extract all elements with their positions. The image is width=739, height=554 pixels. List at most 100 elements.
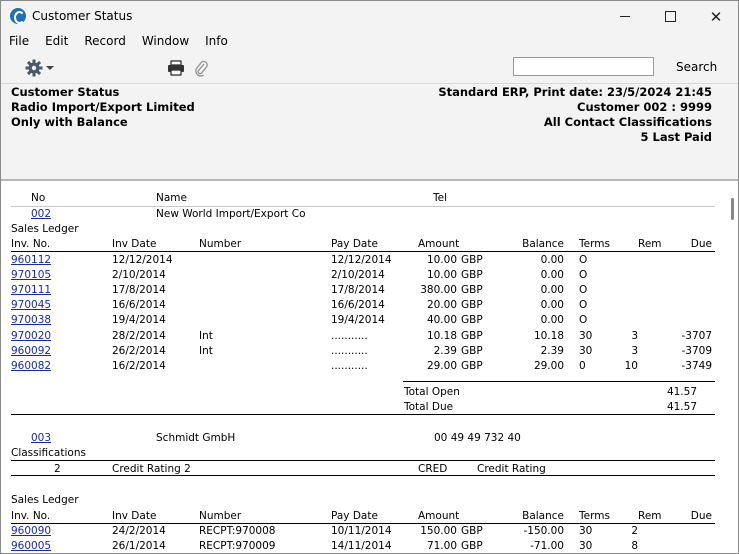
ledger-col-balance: Balance [522, 510, 564, 522]
classification-code: CRED [418, 463, 448, 475]
invoice-link[interactable]: 970105 [11, 269, 51, 281]
divider [11, 475, 715, 476]
ledger-col-rem: Rem [638, 238, 662, 250]
cell-amount: 40.00 [426, 314, 457, 327]
cell-date: 19/4/2014 [112, 314, 166, 327]
cell-amount: 20.00 [426, 299, 457, 312]
divider [11, 460, 715, 461]
search-button[interactable]: Search [676, 60, 717, 74]
report-body: No Name Tel 002 New World Import/Export … [1, 183, 728, 553]
menu-info[interactable]: Info [197, 32, 236, 52]
invoice-link[interactable]: 970045 [11, 299, 51, 311]
paperclip-icon[interactable] [194, 59, 208, 77]
cell-balance: 10.18 [533, 329, 564, 342]
customer-number-link[interactable]: 002 [31, 208, 51, 220]
cell-date: 2/10/2014 [112, 269, 166, 282]
toolbar: Search [1, 52, 738, 84]
divider [11, 206, 715, 207]
invoice-link[interactable]: 960112 [11, 254, 51, 266]
cell-amount: 29.00 [426, 359, 457, 372]
cell-pay: 10/11/2014 [331, 525, 392, 537]
total-due-label: Total Due [404, 401, 454, 413]
cell-date: 24/2/2014 [112, 525, 166, 537]
ledger-col-amount: Amount [418, 510, 460, 522]
invoice-link[interactable]: 960090 [11, 525, 51, 537]
chevron-down-icon[interactable] [46, 66, 54, 70]
scrollbar-thumb[interactable] [731, 198, 734, 220]
cell-pay: ........... [331, 359, 368, 372]
cell-amount: 10.00 [426, 269, 457, 282]
cell-terms: 30 [579, 344, 593, 357]
cell-cur: GBP [461, 540, 483, 553]
customer-number-link[interactable]: 003 [31, 432, 51, 444]
ledger-col-inv-date: Inv Date [112, 510, 157, 522]
cell-balance: 29.00 [533, 359, 564, 372]
cell-cur: GBP [461, 299, 483, 312]
maximize-icon [664, 11, 676, 22]
ledger-col-inv-no: Inv. No. [11, 238, 51, 250]
invoice-link[interactable]: 960092 [11, 345, 51, 357]
ledger-col-due: Due [690, 510, 712, 522]
cell-rem: 3 [631, 344, 638, 357]
ledger-col-rem: Rem [638, 510, 662, 522]
vertical-scrollbar[interactable] [728, 183, 738, 553]
cell-cur: GBP [461, 525, 483, 537]
cell-cur: GBP [461, 344, 483, 357]
cell-pay: 17/8/2014 [331, 284, 385, 297]
invoice-link[interactable]: 970020 [11, 330, 51, 342]
cell-cur: GBP [461, 254, 483, 266]
cell-terms: O [579, 314, 588, 327]
divider [11, 523, 715, 524]
cell-terms: 30 [579, 540, 593, 553]
close-button[interactable]: ✕ [693, 1, 738, 32]
minimize-button[interactable] [602, 1, 648, 32]
gear-icon[interactable] [25, 59, 43, 77]
printer-icon[interactable] [167, 60, 185, 76]
cell-amount: 2.39 [433, 344, 457, 357]
cell-cur: GBP [461, 359, 483, 372]
classification-num: 2 [54, 463, 61, 475]
print-info: Standard ERP, Print date: 23/5/2024 21:4… [438, 85, 712, 99]
total-open-label: Total Open [404, 386, 460, 398]
customer-range: Customer 002 : 9999 [577, 100, 712, 114]
ledger-col-number: Number [199, 238, 242, 250]
cell-amount: 150.00 [420, 525, 457, 537]
cell-date: 26/1/2014 [112, 540, 166, 553]
cell-due: -3709 [681, 344, 712, 357]
cell-date: 12/12/2014 [112, 254, 173, 266]
cell-due: -3707 [681, 329, 712, 342]
search-input[interactable] [513, 57, 654, 76]
cell-balance: 0.00 [540, 269, 564, 282]
minimize-icon [620, 16, 630, 17]
classification-desc: Credit Rating [477, 463, 546, 475]
cell-pay: ........... [331, 344, 368, 357]
menu-record[interactable]: Record [76, 32, 133, 52]
cell-rem: 3 [631, 329, 638, 342]
invoice-link[interactable]: 970038 [11, 314, 51, 326]
menu-edit[interactable]: Edit [37, 32, 76, 52]
divider [403, 381, 715, 382]
maximize-button[interactable] [647, 1, 693, 32]
cell-amount: 380.00 [420, 284, 457, 297]
menu-window[interactable]: Window [134, 32, 197, 52]
invoice-link[interactable]: 960082 [11, 360, 51, 372]
total-open-value: 41.57 [666, 386, 697, 398]
cell-rem: 8 [631, 540, 638, 553]
cell-balance: 0.00 [540, 254, 564, 266]
invoice-link[interactable]: 970111 [11, 284, 51, 296]
cell-date: 17/8/2014 [112, 284, 166, 297]
cell-pay: 12/12/2014 [331, 254, 392, 266]
window-title: Customer Status [32, 9, 133, 23]
menu-file[interactable]: File [1, 32, 37, 52]
report-title: Customer Status [11, 85, 120, 99]
close-icon: ✕ [709, 7, 723, 26]
ledger-col-number: Number [199, 510, 242, 522]
invoice-link[interactable]: 960005 [11, 540, 51, 552]
cell-amount: 10.00 [426, 254, 457, 266]
cell-balance: 0.00 [540, 314, 564, 327]
cell-terms: 0 [579, 359, 586, 372]
cell-date: 16/2/2014 [112, 359, 166, 372]
cell-terms: 30 [579, 329, 593, 342]
cell-pay: ........... [331, 329, 368, 342]
report-header: Customer Status Radio Import/Export Limi… [1, 84, 738, 181]
